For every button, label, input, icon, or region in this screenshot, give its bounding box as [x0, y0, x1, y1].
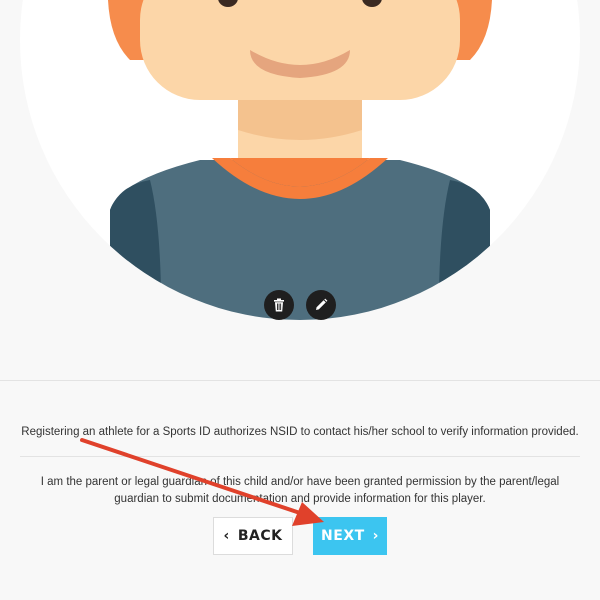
delete-photo-button[interactable]	[264, 290, 294, 320]
pencil-icon	[316, 298, 328, 310]
chevron-right-icon: ›	[372, 528, 379, 544]
notice-text: Registering an athlete for a Sports ID a…	[21, 426, 579, 438]
trash-icon	[274, 298, 284, 312]
next-button-label: NEXT	[321, 528, 365, 544]
chevron-left-icon: ‹	[223, 528, 230, 544]
next-button[interactable]: NEXT ›	[313, 517, 387, 555]
photo-actions	[264, 290, 336, 320]
edit-photo-button[interactable]	[306, 290, 336, 320]
back-button[interactable]: ‹ BACK	[213, 517, 293, 555]
avatar-section	[0, 0, 600, 380]
consent-text: I am the parent or legal guardian of thi…	[40, 476, 560, 505]
avatar-image	[20, 0, 580, 320]
back-button-label: BACK	[237, 528, 283, 544]
notice-divider	[20, 456, 580, 457]
section-divider	[0, 380, 600, 381]
